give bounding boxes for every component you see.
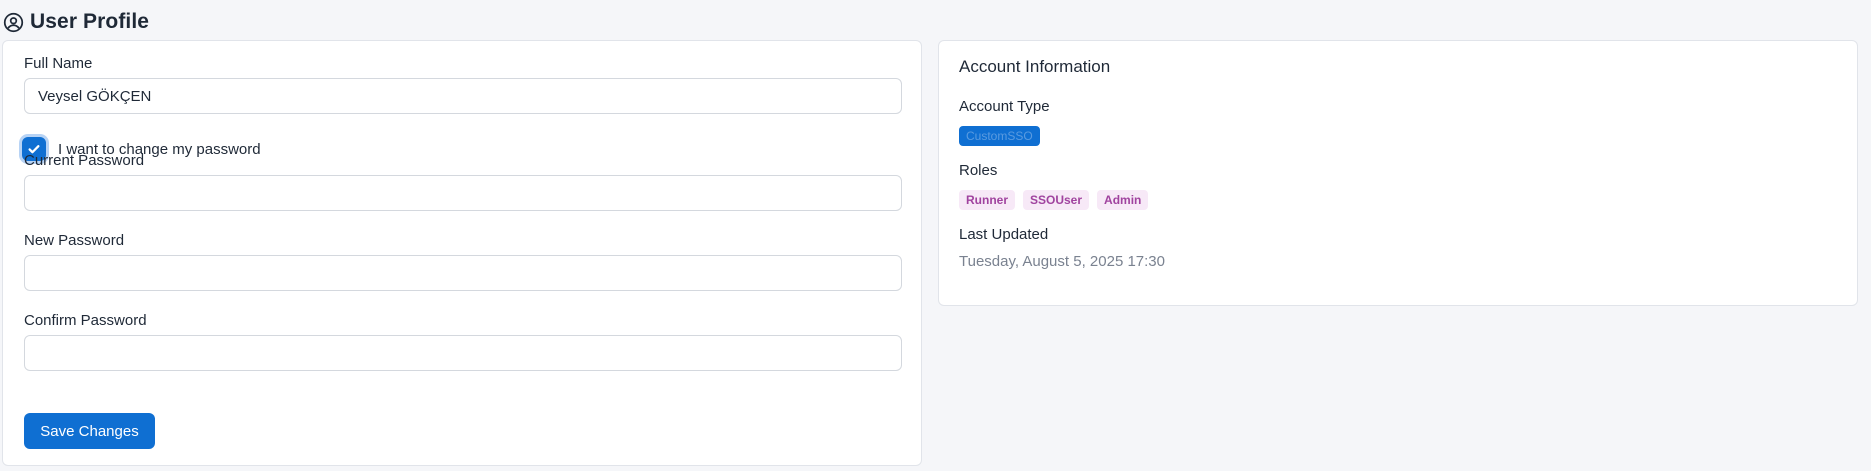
account-type-badge: CustomSSO — [959, 126, 1040, 146]
confirm-password-label: Confirm Password — [24, 312, 147, 329]
page-title: User Profile — [30, 10, 150, 33]
role-badge-admin: Admin — [1097, 190, 1149, 210]
new-password-label: New Password — [24, 232, 125, 249]
last-updated-label: Last Updated — [959, 226, 1049, 243]
confirm-password-input[interactable] — [24, 335, 902, 371]
current-password-input[interactable] — [24, 175, 902, 211]
account-info-card: Account Information Account Type CustomS… — [938, 40, 1858, 306]
role-badge-ssouser: SSOUser — [1023, 190, 1090, 210]
profile-form-card: Full Name I want to change my password C… — [2, 40, 922, 466]
user-circle-icon — [3, 12, 24, 33]
current-password-label: Current Password — [24, 152, 145, 169]
roles-label: Roles — [959, 162, 998, 179]
new-password-input[interactable] — [24, 255, 902, 291]
save-changes-button[interactable]: Save Changes — [24, 413, 155, 449]
roles-list: Runner SSOUser Admin — [959, 190, 1149, 210]
last-updated-value: Tuesday, August 5, 2025 17:30 — [959, 253, 1165, 270]
account-type-label: Account Type — [959, 98, 1050, 115]
page-header: User Profile — [3, 9, 149, 35]
full-name-label: Full Name — [24, 55, 93, 72]
full-name-input[interactable] — [24, 78, 902, 114]
role-badge-runner: Runner — [959, 190, 1015, 210]
account-info-title: Account Information — [959, 57, 1111, 76]
